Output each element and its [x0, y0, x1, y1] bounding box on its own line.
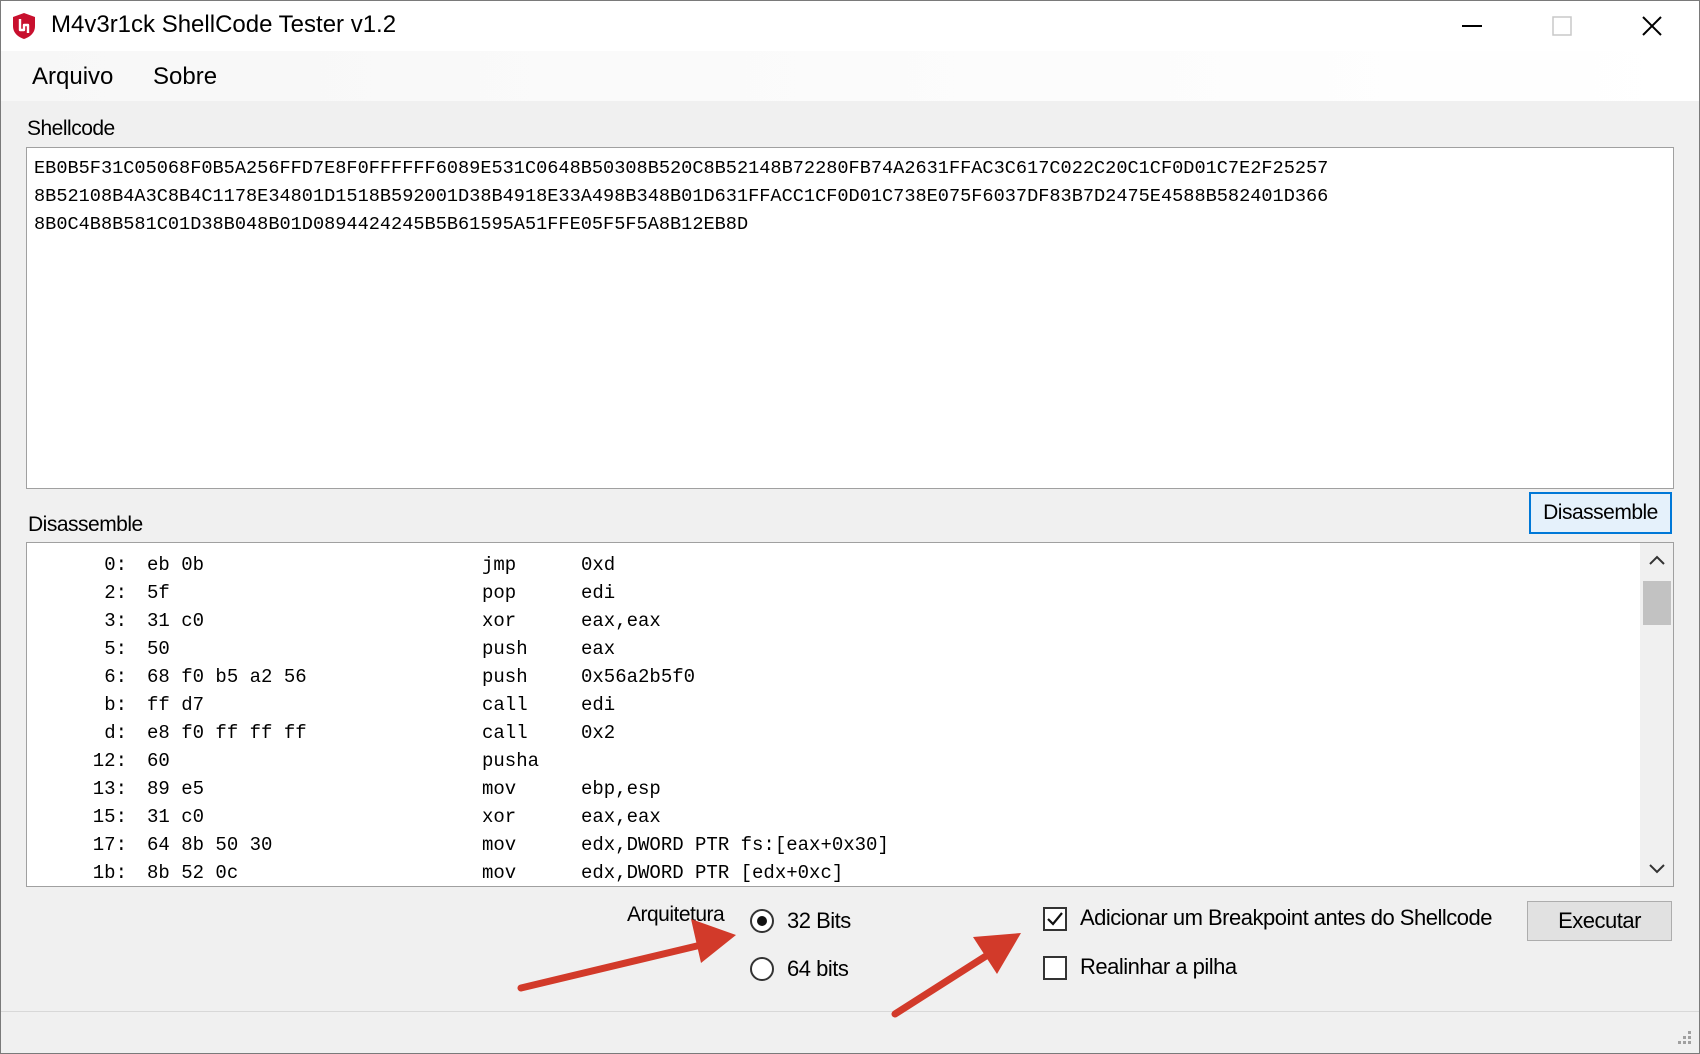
instruction-offset: b:	[104, 694, 127, 716]
instruction-operands: ebp,esp	[581, 778, 661, 800]
radio-32-bits[interactable]	[750, 909, 774, 933]
instruction-offset: 3:	[104, 610, 127, 632]
instruction-mnemonic: jmp	[482, 554, 517, 576]
execute-button[interactable]: Executar	[1527, 901, 1672, 941]
instruction-bytes: 89 e5	[147, 778, 205, 800]
instruction-bytes: 68 f0 b5 a2 56	[147, 666, 307, 688]
status-bar	[1, 1011, 1699, 1053]
instruction-offset: 17:	[92, 834, 127, 856]
instruction-mnemonic: pusha	[482, 750, 540, 772]
maximize-icon	[1552, 16, 1572, 36]
instruction-operands: eax,eax	[581, 610, 661, 632]
vertical-scrollbar[interactable]	[1640, 543, 1673, 886]
radio-32-bits-label[interactable]: 32 Bits	[787, 908, 851, 934]
chevron-up-icon	[1649, 555, 1665, 565]
instruction-mnemonic: call	[482, 722, 528, 744]
instruction-operands: eax,eax	[581, 806, 661, 828]
shellcode-line: 8B52108B4A3C8B4C1178E34801D1518B592001D3…	[34, 186, 1329, 207]
instruction-offset: 2:	[104, 582, 127, 604]
menu-bar: Arquivo Sobre	[1, 51, 1699, 101]
menu-arquivo[interactable]: Arquivo	[32, 63, 113, 91]
close-button[interactable]	[1607, 1, 1697, 51]
instruction-offset: d:	[104, 722, 127, 744]
instruction-mnemonic: pop	[482, 582, 517, 604]
scroll-thumb[interactable]	[1643, 581, 1671, 625]
instruction-operands: edi	[581, 694, 616, 716]
instruction-operands: edx,DWORD PTR fs:[eax+0x30]	[581, 834, 889, 856]
shellcode-line: 8B0C4B8B581C01D38B048B01D0894424245B5B61…	[34, 214, 749, 235]
instruction-bytes: e8 f0 ff ff ff	[147, 722, 307, 744]
instruction-bytes: 31 c0	[147, 806, 205, 828]
instruction-bytes: 31 c0	[147, 610, 205, 632]
breakpoint-checkbox[interactable]	[1043, 907, 1067, 931]
instruction-bytes: 50	[147, 638, 170, 660]
instruction-offset: 1b:	[92, 862, 127, 884]
instruction-offset: 5:	[104, 638, 127, 660]
scroll-up-button[interactable]	[1640, 543, 1673, 577]
instruction-offset: 12:	[92, 750, 127, 772]
instruction-operands: 0x56a2b5f0	[581, 666, 696, 688]
instruction-operands: edi	[581, 582, 616, 604]
instruction-offset: 13:	[92, 778, 127, 800]
instruction-offset: 15:	[92, 806, 127, 828]
instruction-operands: 0xd	[581, 554, 616, 576]
instruction-bytes: 60	[147, 750, 170, 772]
instruction-bytes: 8b 52 0c	[147, 862, 239, 884]
close-icon	[1642, 16, 1662, 36]
shellcode-label: Shellcode	[27, 117, 115, 140]
maximize-button[interactable]	[1517, 1, 1607, 51]
annotation-arrow-architecture	[517, 919, 736, 992]
instruction-mnemonic: call	[482, 694, 528, 716]
app-window: M4v3r1ck ShellCode Tester v1.2 Arquivo S…	[0, 0, 1700, 1054]
instruction-offset: 6:	[104, 666, 127, 688]
checkmark-icon	[1047, 912, 1063, 926]
instruction-mnemonic: mov	[482, 834, 517, 856]
annotation-arrow-breakpoint	[891, 933, 1021, 1018]
shellcode-line: EB0B5F31C05068F0B5A256FFD7E8F0FFFFFF6089…	[34, 158, 1329, 179]
chevron-down-icon	[1649, 864, 1665, 874]
instruction-mnemonic: push	[482, 638, 528, 660]
title-bar[interactable]: M4v3r1ck ShellCode Tester v1.2	[1, 1, 1699, 51]
architecture-label: Arquitetura	[627, 903, 725, 926]
instruction-mnemonic: mov	[482, 862, 517, 884]
shellcode-textarea[interactable]: EB0B5F31C05068F0B5A256FFD7E8F0FFFFFF6089…	[26, 147, 1674, 489]
instruction-operands: edx,DWORD PTR [edx+0xc]	[581, 862, 844, 884]
instruction-offset: 0:	[104, 554, 127, 576]
breakpoint-checkbox-label[interactable]: Adicionar um Breakpoint antes do Shellco…	[1080, 905, 1492, 931]
radio-64-bits[interactable]	[750, 957, 774, 981]
realign-stack-checkbox[interactable]	[1043, 956, 1067, 980]
realign-stack-checkbox-label[interactable]: Realinhar a pilha	[1080, 954, 1237, 980]
resize-grip-icon[interactable]	[1671, 1026, 1693, 1048]
instruction-bytes: eb 0b	[147, 554, 205, 576]
instruction-mnemonic: xor	[482, 806, 517, 828]
instruction-mnemonic: push	[482, 666, 528, 688]
minimize-button[interactable]	[1427, 1, 1517, 51]
instruction-bytes: 64 8b 50 30	[147, 834, 273, 856]
disassembly-listing[interactable]: 0: eb 0b jmp 0xd 2: 5f pop edi 3: 31 c0 xor eax,eax…	[26, 542, 1674, 887]
disassemble-label: Disassemble	[28, 513, 143, 536]
instruction-mnemonic: xor	[482, 610, 517, 632]
disassemble-button[interactable]: Disassemble	[1529, 492, 1672, 534]
instruction-bytes: 5f	[147, 582, 170, 604]
radio-64-bits-label[interactable]: 64 bits	[787, 956, 849, 982]
instruction-mnemonic: mov	[482, 778, 517, 800]
shield-logo-icon	[13, 13, 35, 39]
menu-sobre[interactable]: Sobre	[153, 63, 217, 91]
instruction-operands: 0x2	[581, 722, 616, 744]
minimize-icon	[1462, 25, 1482, 27]
window-title: M4v3r1ck ShellCode Tester v1.2	[51, 11, 397, 38]
radio-selected-dot	[757, 916, 767, 926]
instruction-bytes: ff d7	[147, 694, 205, 716]
scroll-down-button[interactable]	[1640, 852, 1673, 886]
instruction-operands: eax	[581, 638, 616, 660]
